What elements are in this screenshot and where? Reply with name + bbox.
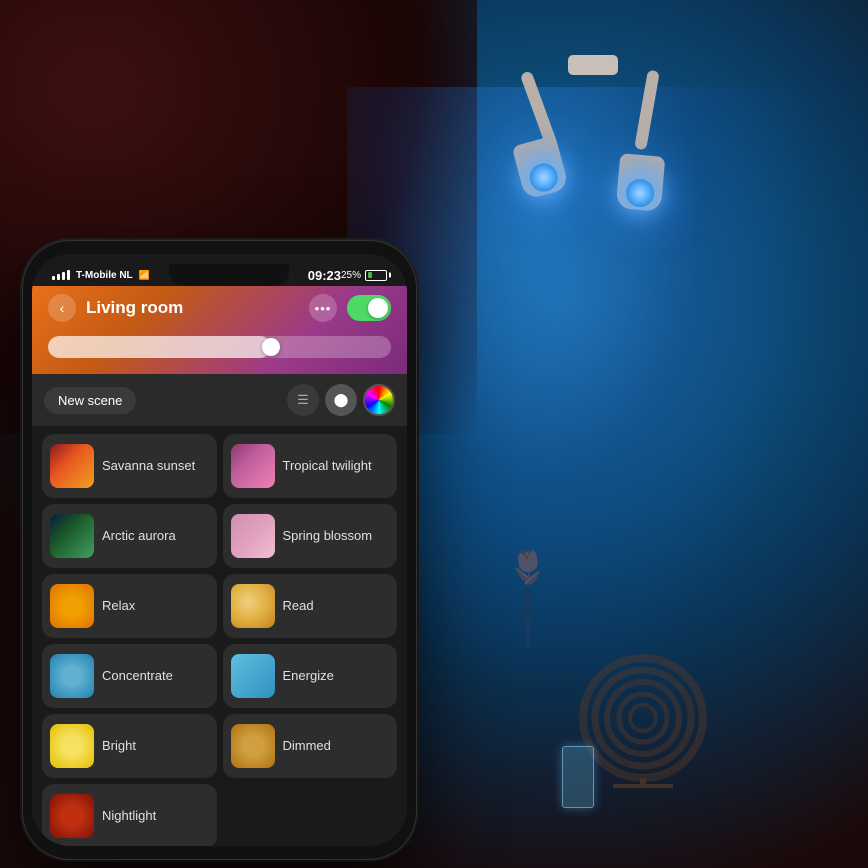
lamp-fixture: [513, 55, 673, 255]
scene-name-dimmed: Dimmed: [283, 738, 331, 754]
battery-percent: 25%: [341, 270, 361, 281]
scene-card-relax[interactable]: Relax: [42, 574, 217, 638]
lamp-base: [568, 55, 618, 75]
lamp-head-left: [512, 135, 570, 200]
scene-thumb-concentrate: [50, 654, 94, 698]
status-time: 09:23: [308, 268, 341, 283]
carrier-name: T-Mobile NL: [76, 270, 133, 281]
phone-device: T-Mobile NL 📶 09:23 25% ‹: [22, 240, 417, 860]
scenes-grid: Savanna sunset Tropical twilight Arctic au…: [32, 426, 407, 846]
header-actions: •••: [309, 294, 391, 322]
scene-card-spring-blossom[interactable]: Spring blossom: [223, 504, 398, 568]
header-top: ‹ Living room •••: [48, 286, 391, 330]
scene-name-arctic-aurora: Arctic aurora: [102, 528, 176, 544]
scene-thumb-spring-blossom: [231, 514, 275, 558]
scene-name-concentrate: Concentrate: [102, 668, 173, 684]
brightness-slider[interactable]: [48, 336, 391, 358]
room-title: Living room: [86, 298, 309, 318]
phone-body: T-Mobile NL 📶 09:23 25% ‹: [22, 240, 417, 860]
battery-icon: [365, 270, 387, 281]
scene-thumb-tropical-twilight: [231, 444, 275, 488]
brightness-fill: [48, 336, 271, 358]
battery-fill: [368, 272, 372, 278]
color-wheel-button[interactable]: [363, 384, 395, 416]
scene-name-spring-blossom: Spring blossom: [283, 528, 373, 544]
status-left: T-Mobile NL 📶: [52, 270, 150, 281]
more-options-button[interactable]: •••: [309, 294, 337, 322]
lamp-head-right: [616, 153, 666, 212]
app-header: ‹ Living room •••: [32, 286, 407, 374]
scene-card-arctic-aurora[interactable]: Arctic aurora: [42, 504, 217, 568]
plant-decoration: [498, 548, 558, 648]
new-scene-button[interactable]: New scene: [44, 387, 136, 414]
scene-thumb-read: [231, 584, 275, 628]
scene-name-read: Read: [283, 598, 314, 614]
scene-name-savanna-sunset: Savanna sunset: [102, 458, 195, 474]
status-right: 25%: [341, 270, 387, 281]
scene-card-energize[interactable]: Energize: [223, 644, 398, 708]
scene-thumb-savanna-sunset: [50, 444, 94, 488]
scene-name-nightlight: Nightlight: [102, 808, 156, 824]
scene-name-tropical-twilight: Tropical twilight: [283, 458, 372, 474]
scene-card-read[interactable]: Read: [223, 574, 398, 638]
signal-icon: [52, 270, 70, 280]
scene-name-bright: Bright: [102, 738, 136, 754]
scene-thumb-relax: [50, 584, 94, 628]
view-icons: ☰ ⬤: [287, 384, 395, 416]
room-toggle[interactable]: [347, 295, 391, 321]
scene-card-bright[interactable]: Bright: [42, 714, 217, 778]
scene-card-dimmed[interactable]: Dimmed: [223, 714, 398, 778]
scene-card-nightlight[interactable]: Nightlight: [42, 784, 217, 846]
list-view-button[interactable]: ☰: [287, 384, 319, 416]
lamp-arm-right: [634, 70, 660, 151]
glass-decoration: [558, 728, 598, 808]
scene-controls-toolbar: New scene ☰ ⬤: [32, 374, 407, 426]
scene-thumb-energize: [231, 654, 275, 698]
phone-notch: [169, 264, 289, 286]
scene-thumb-arctic-aurora: [50, 514, 94, 558]
scene-name-relax: Relax: [102, 598, 135, 614]
scene-thumb-bright: [50, 724, 94, 768]
scene-thumb-dimmed: [231, 724, 275, 768]
scene-card-concentrate[interactable]: Concentrate: [42, 644, 217, 708]
scene-thumb-nightlight: [50, 794, 94, 838]
back-button[interactable]: ‹: [48, 294, 76, 322]
scene-card-savanna-sunset[interactable]: Savanna sunset: [42, 434, 217, 498]
status-bar: T-Mobile NL 📶 09:23 25%: [32, 254, 407, 286]
grid-view-button[interactable]: ⬤: [325, 384, 357, 416]
wifi-icon: 📶: [139, 270, 150, 281]
scene-name-energize: Energize: [283, 668, 334, 684]
phone-screen: T-Mobile NL 📶 09:23 25% ‹: [32, 254, 407, 846]
brightness-thumb: [262, 338, 280, 356]
scene-card-tropical-twilight[interactable]: Tropical twilight: [223, 434, 398, 498]
